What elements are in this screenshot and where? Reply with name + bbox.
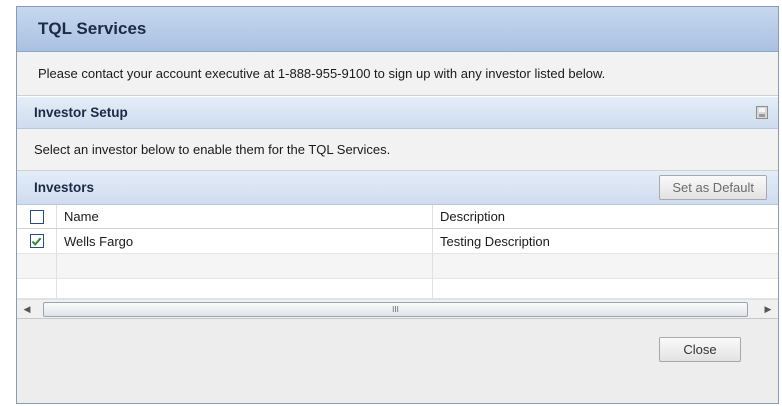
save-icon[interactable] xyxy=(756,106,768,119)
investor-name-cell: Wells Fargo xyxy=(57,229,433,253)
empty-row xyxy=(17,279,778,299)
close-button[interactable]: Close xyxy=(659,337,741,362)
setup-instruction: Select an investor below to enable them … xyxy=(17,129,778,171)
investors-title: Investors xyxy=(34,180,95,195)
investors-grid: Name Description Wells Fargo Testing Des… xyxy=(17,205,778,319)
investor-setup-title: Investor Setup xyxy=(34,105,128,120)
scroll-right-icon[interactable]: ▶ xyxy=(758,304,778,315)
grid-header-row: Name Description xyxy=(17,205,778,229)
row-checkbox[interactable] xyxy=(29,234,44,248)
set-as-default-button[interactable]: Set as Default xyxy=(659,175,767,200)
investor-description-cell: Testing Description xyxy=(440,233,550,249)
checkmark-icon xyxy=(31,237,42,246)
empty-row xyxy=(17,254,778,279)
column-header-name[interactable]: Name xyxy=(57,205,433,228)
tql-services-dialog: TQL Services Please contact your account… xyxy=(16,6,779,404)
horizontal-scrollbar[interactable]: ◀ III ▶ xyxy=(17,299,778,319)
scroll-left-icon[interactable]: ◀ xyxy=(17,304,37,315)
dialog-title: TQL Services xyxy=(17,7,778,52)
contact-notice: Please contact your account executive at… xyxy=(17,52,778,96)
select-all-checkbox[interactable] xyxy=(29,209,44,224)
column-header-description[interactable]: Description xyxy=(433,205,778,228)
investors-header: Investors Set as Default xyxy=(17,171,778,205)
dialog-footer: Close xyxy=(17,319,778,380)
scroll-grip: III xyxy=(392,305,399,314)
scroll-track[interactable]: III xyxy=(37,301,758,317)
table-row[interactable]: Wells Fargo Testing Description xyxy=(17,229,778,254)
scroll-thumb[interactable]: III xyxy=(43,302,748,317)
investor-setup-header: Investor Setup xyxy=(17,96,778,129)
